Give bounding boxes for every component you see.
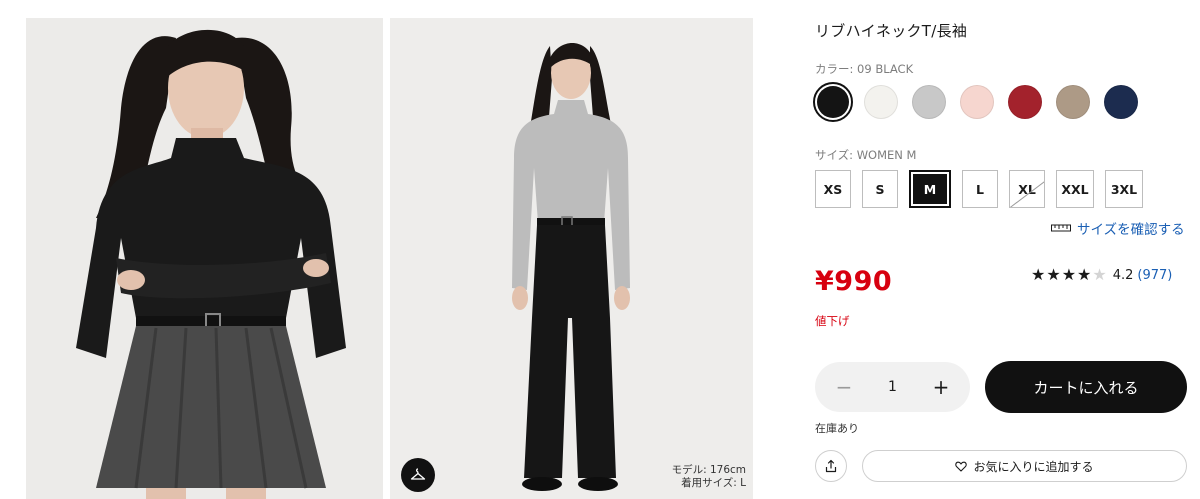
product-title: リブハイネックT/長袖 bbox=[815, 22, 968, 40]
star-icon: ★ bbox=[1046, 265, 1061, 284]
size-option-label: 3XL bbox=[1110, 181, 1138, 197]
size-label-prefix: サイズ: bbox=[815, 148, 857, 162]
color-swatch-fill bbox=[864, 85, 898, 119]
size-option-xxl[interactable]: XXL bbox=[1056, 170, 1094, 208]
ruler-icon bbox=[1051, 224, 1071, 232]
model-photo-full bbox=[390, 18, 753, 499]
size-selected-value: WOMEN M bbox=[856, 148, 917, 162]
model-info: モデル: 176cm 着用サイズ: L bbox=[620, 464, 746, 490]
size-option-3xl[interactable]: 3XL bbox=[1105, 170, 1143, 208]
size-option-label: XXL bbox=[1061, 181, 1089, 197]
star-icon: ★ bbox=[1092, 265, 1107, 284]
add-to-favorites-button[interactable]: お気に入りに追加する bbox=[862, 450, 1187, 482]
price-reduced-badge: 値下げ bbox=[815, 314, 850, 328]
stock-status: 在庫あり bbox=[815, 422, 859, 435]
size-option-label: M bbox=[923, 181, 937, 197]
size-options: XS S M L XL XXL 3XL bbox=[815, 170, 1143, 208]
quantity-stepper: − + bbox=[815, 362, 970, 412]
star-icon: ★ bbox=[1061, 265, 1077, 284]
share-button[interactable] bbox=[815, 450, 847, 482]
size-option-xs[interactable]: XS bbox=[815, 170, 851, 208]
color-swatch-fill bbox=[1104, 85, 1138, 119]
heart-icon bbox=[955, 461, 968, 472]
color-swatch-fill bbox=[1056, 85, 1090, 119]
size-option-m[interactable]: M bbox=[909, 170, 951, 208]
rating-stars: ★ ★ ★ ★ ★ bbox=[1031, 267, 1107, 283]
hanger-icon bbox=[410, 468, 426, 480]
color-swatch-off-white[interactable] bbox=[861, 82, 901, 122]
color-swatch-fill bbox=[960, 85, 994, 119]
color-swatches bbox=[813, 82, 1141, 122]
add-to-cart-button[interactable]: カートに入れる bbox=[985, 361, 1187, 413]
model-wear-size: 着用サイズ: L bbox=[681, 477, 746, 489]
size-option-label: S bbox=[875, 181, 885, 197]
color-swatch-pink[interactable] bbox=[957, 82, 997, 122]
model-height: モデル: 176cm bbox=[671, 464, 746, 476]
product-rating[interactable]: ★ ★ ★ ★ ★ 4.2 (977) bbox=[1031, 267, 1172, 283]
product-image-full-body[interactable] bbox=[390, 18, 753, 499]
color-swatch-fill bbox=[817, 86, 849, 118]
star-icon: ★ bbox=[1031, 265, 1046, 284]
size-guide-link[interactable]: サイズを確認する bbox=[1051, 218, 1185, 238]
color-swatch-fill bbox=[1008, 85, 1042, 119]
color-swatch-wine[interactable] bbox=[1005, 82, 1045, 122]
size-option-s[interactable]: S bbox=[862, 170, 898, 208]
size-option-xl[interactable]: XL bbox=[1009, 170, 1045, 208]
color-label-prefix: カラー: bbox=[815, 62, 858, 76]
color-label: カラー: 09 BLACK bbox=[815, 61, 913, 77]
color-swatch-navy[interactable] bbox=[1101, 82, 1141, 122]
size-option-l[interactable]: L bbox=[962, 170, 998, 208]
size-option-label: L bbox=[976, 181, 984, 197]
size-label: サイズ: WOMEN M bbox=[815, 147, 916, 163]
color-swatch-black[interactable] bbox=[813, 82, 853, 122]
color-swatch-gray[interactable] bbox=[909, 82, 949, 122]
model-photo-front bbox=[26, 18, 383, 499]
product-price: ¥990 bbox=[815, 266, 893, 297]
quantity-decrease-button[interactable]: − bbox=[833, 375, 855, 399]
rating-value: 4.2 bbox=[1112, 267, 1134, 283]
star-icon: ★ bbox=[1077, 265, 1092, 284]
outfit-button[interactable] bbox=[401, 458, 435, 492]
color-swatch-fill bbox=[912, 85, 946, 119]
quantity-increase-button[interactable]: + bbox=[930, 375, 952, 399]
size-guide-label: サイズを確認する bbox=[1077, 222, 1185, 238]
product-image-main[interactable] bbox=[26, 18, 383, 499]
color-swatch-beige[interactable] bbox=[1053, 82, 1093, 122]
share-icon bbox=[825, 459, 837, 473]
review-count-link[interactable]: (977) bbox=[1137, 268, 1172, 283]
color-selected-value: 09 BLACK bbox=[857, 62, 914, 76]
add-to-favorites-label: お気に入りに追加する bbox=[973, 459, 1094, 474]
quantity-input[interactable] bbox=[872, 379, 913, 395]
size-option-label: XS bbox=[823, 181, 843, 197]
